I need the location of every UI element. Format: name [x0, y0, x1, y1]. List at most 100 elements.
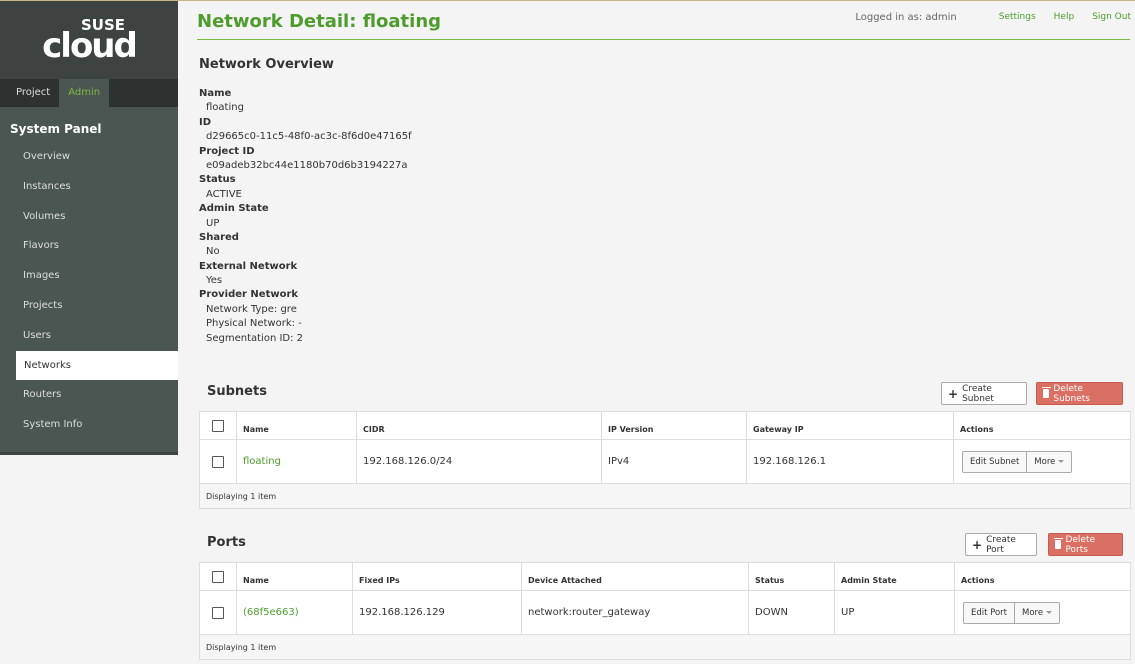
- select-all-cell: [200, 563, 237, 590]
- subnets-table: Name CIDR IP Version Gateway IP Actions …: [199, 411, 1131, 509]
- sidebar-item-images[interactable]: Images: [0, 261, 178, 291]
- port-status: DOWN: [749, 591, 835, 634]
- port-actions: Edit Port More: [963, 601, 1061, 624]
- settings-link[interactable]: Settings: [999, 12, 1036, 23]
- row-checkbox[interactable]: [212, 606, 224, 619]
- subnet-gateway-ip: 192.168.126.1: [747, 440, 954, 483]
- table-header-row: Name Fixed IPs Device Attached Status Ad…: [200, 563, 1130, 591]
- field-value-physical-network: Physical Network: -: [206, 318, 302, 330]
- sidebar-item-flavors[interactable]: Flavors: [0, 231, 178, 261]
- row-select-cell: [200, 591, 237, 634]
- sidebar-item-projects[interactable]: Projects: [0, 291, 178, 321]
- create-port-label: Create Port: [986, 534, 1016, 555]
- column-header-gateway-ip[interactable]: Gateway IP: [747, 412, 954, 439]
- delete-ports-button[interactable]: Delete Ports: [1048, 533, 1123, 556]
- logo-main-text: cloud: [42, 25, 138, 66]
- sidebar-nav: Overview Instances Volumes Flavors Image…: [0, 142, 178, 452]
- more-label: More: [1034, 456, 1056, 467]
- sidebar-item-routers[interactable]: Routers: [0, 380, 178, 410]
- more-label: More: [1022, 607, 1044, 618]
- suse-cloud-logo[interactable]: SUSE cloud: [42, 17, 138, 66]
- delete-subnets-button[interactable]: Delete Subnets: [1036, 382, 1123, 405]
- column-header-ip-version[interactable]: IP Version: [602, 412, 747, 439]
- subnet-ip-version: IPv4: [602, 440, 747, 483]
- column-header-status[interactable]: Status: [749, 563, 835, 590]
- field-label-provider-network: Provider Network: [199, 289, 299, 301]
- column-header-fixed-ips[interactable]: Fixed IPs: [353, 563, 522, 590]
- sidebar-item-volumes[interactable]: Volumes: [0, 202, 178, 232]
- field-label-status: Status: [199, 174, 236, 186]
- plus-icon: +: [972, 537, 983, 552]
- sidebar-item-overview[interactable]: Overview: [0, 142, 178, 172]
- column-header-device-attached[interactable]: Device Attached: [522, 563, 749, 590]
- caret-down-icon: [1046, 611, 1053, 614]
- subnets-title: Subnets: [207, 384, 267, 399]
- create-port-button[interactable]: + Create Port: [965, 533, 1037, 556]
- sidebar-item-users[interactable]: Users: [0, 321, 178, 351]
- column-header-name[interactable]: Name: [237, 563, 353, 590]
- overview-title: Network Overview: [199, 57, 334, 72]
- port-name-link[interactable]: (68f5e663): [243, 607, 299, 618]
- field-label-external-network: External Network: [199, 260, 298, 272]
- column-header-name[interactable]: Name: [237, 412, 357, 439]
- delete-ports-label: Delete Ports: [1065, 534, 1096, 555]
- delete-subnets-label: Delete Subnets: [1053, 383, 1090, 404]
- select-all-checkbox[interactable]: [212, 420, 224, 432]
- field-value-name: floating: [206, 102, 244, 114]
- port-actions-cell: Edit Port More: [955, 591, 1130, 634]
- field-label-shared: Shared: [199, 231, 239, 243]
- panel-title: System Panel: [0, 107, 178, 142]
- select-all-cell: [200, 412, 237, 439]
- header-divider: [197, 39, 1130, 40]
- field-label-project-id: Project ID: [199, 145, 255, 157]
- plus-icon: +: [948, 386, 959, 401]
- caret-down-icon: [1058, 460, 1065, 463]
- field-value-id: d29665c0-11c5-48f0-ac3c-8f6d0e47165f: [206, 131, 412, 143]
- trash-icon: [1053, 538, 1064, 549]
- more-actions-button[interactable]: More: [1027, 450, 1073, 473]
- subnet-name-cell: floating: [237, 440, 357, 483]
- column-header-actions: Actions: [960, 425, 994, 434]
- edit-port-button[interactable]: Edit Port: [963, 601, 1016, 624]
- create-subnet-label: Create Subnet: [962, 383, 994, 404]
- field-value-project-id: e09adeb32bc44e1180b70d6b3194227a: [206, 159, 408, 171]
- subnet-name-link[interactable]: floating: [243, 456, 281, 467]
- network-overview: Network Overview Name floating ID d29665…: [199, 57, 412, 346]
- table-row: floating 192.168.126.0/24 IPv4 192.168.1…: [200, 440, 1130, 484]
- tab-project[interactable]: Project: [7, 79, 59, 107]
- ports-title: Ports: [207, 535, 246, 550]
- table-row: (68f5e663) 192.168.126.129 network:route…: [200, 591, 1130, 635]
- tab-admin[interactable]: Admin: [59, 79, 110, 107]
- row-checkbox[interactable]: [212, 455, 224, 468]
- trash-icon: [1041, 387, 1052, 398]
- help-link[interactable]: Help: [1054, 12, 1075, 23]
- field-value-status: ACTIVE: [206, 188, 242, 200]
- port-name-cell: (68f5e663): [237, 591, 353, 634]
- subnet-actions-cell: Edit Subnet More: [954, 440, 1130, 483]
- port-fixed-ips: 192.168.126.129: [353, 591, 522, 634]
- field-value-external-network: Yes: [206, 275, 223, 287]
- create-subnet-button[interactable]: + Create Subnet: [941, 382, 1027, 405]
- column-header-cidr[interactable]: CIDR: [357, 412, 602, 439]
- page-title: Network Detail: floating: [197, 11, 442, 32]
- sidebar-item-system-info[interactable]: System Info: [0, 410, 178, 440]
- logged-in-text: Logged in as: admin: [855, 12, 957, 23]
- column-header-admin-state[interactable]: Admin State: [835, 563, 955, 590]
- more-actions-button[interactable]: More: [1015, 601, 1061, 624]
- field-value-admin-state: UP: [206, 217, 220, 229]
- sign-out-link[interactable]: Sign Out: [1092, 12, 1131, 23]
- select-all-checkbox[interactable]: [212, 571, 224, 583]
- sidebar-item-instances[interactable]: Instances: [0, 172, 178, 202]
- field-value-shared: No: [206, 246, 220, 258]
- sidebar: SUSE cloud Project Admin System Panel Ov…: [0, 1, 178, 455]
- field-label-name: Name: [199, 88, 232, 99]
- edit-subnet-button[interactable]: Edit Subnet: [962, 450, 1028, 473]
- logo-area: SUSE cloud: [0, 1, 178, 79]
- field-label-admin-state: Admin State: [199, 203, 269, 215]
- port-admin-state: UP: [835, 591, 955, 634]
- port-device-attached: network:router_gateway: [522, 591, 749, 634]
- table-header-row: Name CIDR IP Version Gateway IP Actions: [200, 412, 1130, 440]
- subnet-actions: Edit Subnet More: [962, 450, 1073, 473]
- sidebar-item-networks[interactable]: Networks: [16, 350, 178, 381]
- table-footer: Displaying 1 item: [200, 635, 1130, 659]
